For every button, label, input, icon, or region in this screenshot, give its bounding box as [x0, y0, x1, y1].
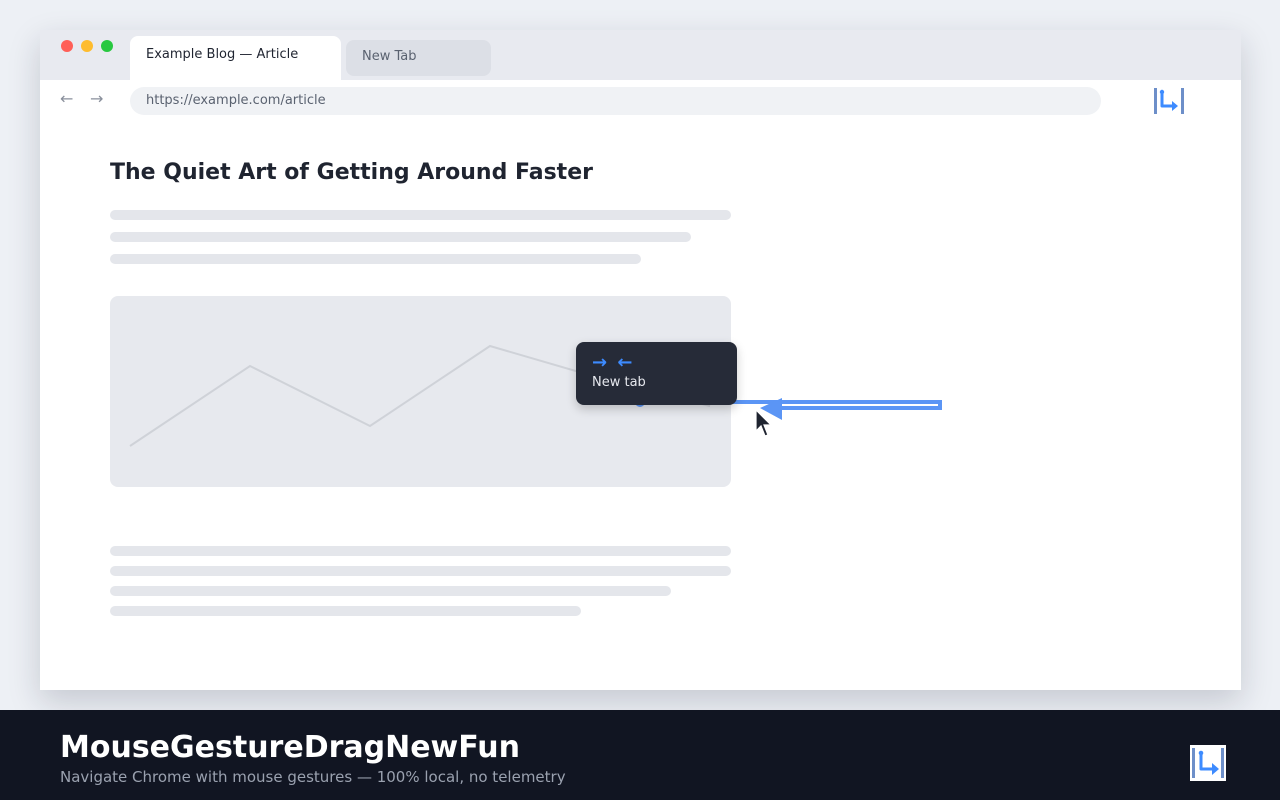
text-line-placeholder [110, 566, 731, 576]
text-line-placeholder [110, 606, 581, 616]
tab-strip: Example Blog — Article New Tab [40, 30, 1241, 80]
article-title: The Quiet Art of Getting Around Faster [110, 160, 593, 185]
gesture-corner-arrow-icon[interactable] [1152, 84, 1186, 118]
app-logo-icon [1190, 745, 1226, 781]
address-bar[interactable]: https://example.com/article [130, 87, 1101, 115]
back-arrow-icon[interactable]: ← [60, 89, 73, 109]
text-line-placeholder [110, 254, 641, 264]
browser-toolbar: ← → https://example.com/article [40, 80, 1241, 122]
app-tagline: Navigate Chrome with mouse gestures — 10… [60, 768, 566, 786]
tab-article[interactable]: Example Blog — Article [130, 36, 341, 80]
app-name: MouseGestureDragNewFun [60, 730, 520, 765]
gesture-action-label: New tab [592, 375, 646, 390]
gesture-hint-tooltip: → ← New tab [576, 342, 737, 405]
mouse-pointer-icon [755, 409, 773, 437]
text-line-placeholder [110, 210, 731, 220]
minimize-window-button[interactable] [81, 40, 93, 52]
tab-label: Example Blog — Article [146, 47, 299, 62]
text-line-placeholder [110, 546, 731, 556]
text-line-placeholder [110, 232, 691, 242]
maximize-window-button[interactable] [101, 40, 113, 52]
page-content: The Quiet Art of Getting Around Faster [40, 122, 1241, 690]
tab-label: New Tab [362, 49, 417, 64]
tab-new-tab[interactable]: New Tab [346, 40, 491, 76]
gesture-direction-arrows: → ← [592, 352, 635, 373]
text-line-placeholder [110, 586, 671, 596]
close-window-button[interactable] [61, 40, 73, 52]
url-text: https://example.com/article [146, 93, 326, 108]
promo-footer: MouseGestureDragNewFun Navigate Chrome w… [0, 710, 1280, 800]
forward-arrow-icon[interactable]: → [90, 89, 103, 109]
